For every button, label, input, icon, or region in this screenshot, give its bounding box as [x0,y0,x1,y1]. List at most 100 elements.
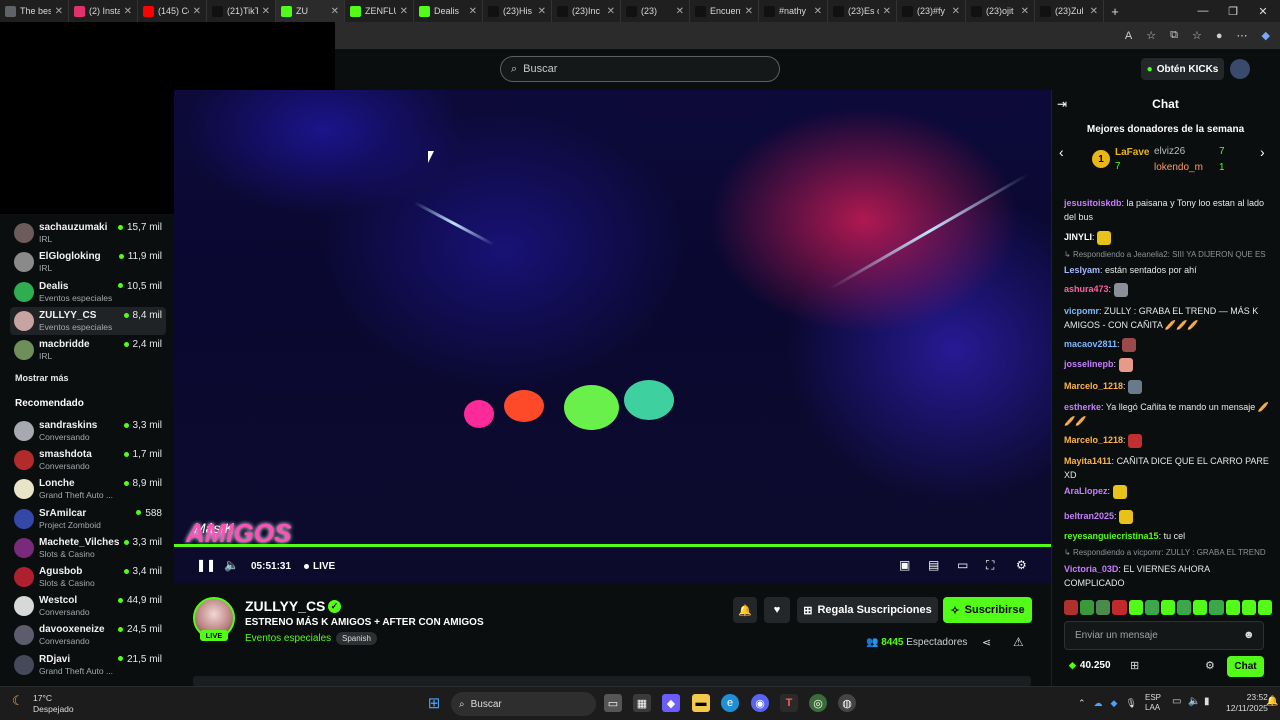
browser-tab[interactable]: (21)TikT ✕ [207,0,276,22]
minimize-icon[interactable]: — [1188,0,1218,22]
settings-icon[interactable]: ⚙ [1016,558,1027,572]
read-aloud-icon[interactable]: A [1125,30,1132,42]
notifications-icon[interactable]: 🔔 [1266,696,1278,707]
app-tray-icon[interactable]: ◆ [1111,698,1118,709]
emote-icon[interactable] [1112,600,1127,615]
sidebar-channel-item[interactable]: Westcol Conversando 44,9 mil [10,592,166,620]
app-icon[interactable]: T [780,694,798,712]
close-tab-icon[interactable]: ✕ [331,6,339,17]
browser-tab[interactable]: Dealis ✕ [414,0,483,22]
taskbar-search[interactable]: ⌕ Buscar [451,692,596,716]
discord-icon[interactable]: ◉ [751,694,769,712]
emote-icon[interactable] [1193,600,1208,615]
emote-icon[interactable] [1257,600,1273,615]
close-tab-icon[interactable]: ✕ [745,6,753,17]
next-donors-icon[interactable]: › [1260,144,1265,160]
sidebar-channel-item[interactable]: RDjavi Grand Theft Auto ... 21,5 mil [10,651,166,679]
network-icon[interactable]: ▭ [1172,696,1181,707]
chat-username[interactable]: Mayita1411 [1064,456,1112,466]
get-kicks-button[interactable]: ● Obtén KICKs [1141,58,1224,80]
sidebar-channel-item[interactable]: smashdota Conversando 1,7 mil [10,446,166,474]
chat-username[interactable]: reyesanguiecristina15 [1064,531,1159,541]
browser-tab[interactable]: (145) Ce ✕ [138,0,207,22]
emote-icon[interactable] [1144,600,1159,615]
language-tag[interactable]: Spanish [336,632,377,645]
sidebar-channel-item[interactable]: macbridde IRL 2,4 mil [10,336,166,364]
emote-icon[interactable] [1241,600,1256,615]
close-tab-icon[interactable]: ✕ [883,6,891,17]
miniplayer-icon[interactable]: ▣ [899,558,910,572]
sidebar-channel-item[interactable]: Dealis Eventos especiales 10,5 mil [10,278,166,306]
browser-tab[interactable]: Encuent ✕ [690,0,759,22]
mic-icon[interactable]: 🎙 [1125,698,1136,709]
close-tab-icon[interactable]: ✕ [676,6,684,17]
favorite-icon[interactable]: ☆ [1146,29,1156,42]
chat-username[interactable]: Victoria_03D [1064,564,1118,574]
share-icon[interactable]: ⋖ [982,636,991,649]
task-view-icon[interactable]: ▭ [604,694,622,712]
clip-icon[interactable]: ▤ [928,558,939,572]
donor-name[interactable]: elviz26 [1154,146,1185,157]
browser-tab[interactable]: (23)ojit ✕ [966,0,1035,22]
browser-tab[interactable]: (23)Inc ✕ [552,0,621,22]
volume-icon[interactable]: 🔈 [224,558,239,572]
more-icon[interactable]: ⋯ [1237,29,1248,42]
browser-tab[interactable]: The bes ✕ [0,0,69,22]
close-tab-icon[interactable]: ✕ [124,6,132,17]
close-tab-icon[interactable]: ✕ [607,6,615,17]
emote-icon[interactable] [1128,600,1143,615]
browser-tab[interactable]: ZENFLU ✕ [345,0,414,22]
sidebar-channel-item[interactable]: Lonche Grand Theft Auto ... 8,9 mil [10,475,166,503]
volume-tray-icon[interactable]: 🔈 [1188,696,1200,707]
donor-name[interactable]: LaFave [1115,147,1149,158]
close-tab-icon[interactable]: ✕ [814,6,822,17]
stream-category[interactable]: Eventos especiales [245,633,331,644]
emoji-picker-icon[interactable]: ☻ [1243,629,1255,641]
windows-start-icon[interactable]: ⊞ [425,694,443,712]
emote-icon[interactable] [1064,600,1079,615]
file-explorer-icon[interactable]: ▬ [692,694,710,712]
subscribe-button[interactable]: ✧ Suscribirse [943,597,1032,623]
close-tab-icon[interactable]: ✕ [193,6,201,17]
gift-subs-button[interactable]: ⊞ Regala Suscripciones [797,597,938,623]
weather-widget[interactable]: ☾ 17°C Despejado [12,693,74,715]
sidebar-channel-item[interactable]: SrAmilcar Project Zomboid 588 [10,505,166,533]
follow-button[interactable]: ♥ [764,597,790,623]
onedrive-icon[interactable]: ☁ [1094,698,1103,709]
battery-icon[interactable]: ▮ [1204,696,1210,707]
emote-icon[interactable] [1225,600,1240,615]
sidebar-channel-item[interactable]: Agusbob Slots & Casino 3,4 mil [10,563,166,591]
theater-mode-icon[interactable]: ▭ [957,558,968,572]
sidebar-channel-item[interactable]: sachauzumaki IRL 15,7 mil [10,219,166,247]
video-player[interactable] [174,90,1051,583]
donor-name[interactable]: lokendo_m [1154,162,1203,173]
chat-username[interactable]: Marcelo_1218 [1064,435,1123,445]
copilot-app-icon[interactable]: ◆ [662,694,680,712]
close-tab-icon[interactable]: ✕ [538,6,546,17]
close-window-icon[interactable]: ✕ [1248,0,1278,22]
browser-tab[interactable]: (23)Es c ✕ [828,0,897,22]
chat-username[interactable]: macaov2811 [1064,339,1117,349]
chat-username[interactable]: josselinepb [1064,359,1114,369]
notifications-button[interactable]: 🔔 [733,597,757,623]
close-tab-icon[interactable]: ✕ [400,6,408,17]
emote-icon[interactable] [1160,600,1176,615]
sidebar-channel-item[interactable]: sandraskins Conversando 3,3 mil [10,417,166,445]
chat-username[interactable]: Leslyam [1064,265,1100,275]
send-chat-button[interactable]: Chat [1227,656,1264,677]
video-progress-bar[interactable] [174,544,1051,547]
sidebar-channel-item[interactable]: ElGlogloking IRL 11,9 mil [10,248,166,276]
language-indicator[interactable]: ESP LAA [1145,693,1161,713]
app-icon[interactable]: ◎ [809,694,827,712]
browser-tab[interactable]: (23)His ✕ [483,0,552,22]
browser-tab[interactable]: (23)Zul ✕ [1035,0,1104,22]
browser-tab[interactable]: (23)#fy ✕ [897,0,966,22]
browser-tab[interactable]: #nathy ✕ [759,0,828,22]
browser-tab[interactable]: (23) ✕ [621,0,690,22]
new-tab-button[interactable]: + [1104,4,1126,19]
close-tab-icon[interactable]: ✕ [1090,6,1098,17]
app-icon[interactable]: ◍ [838,694,856,712]
emote-icon[interactable] [1080,600,1095,615]
pause-icon[interactable]: ❚❚ [196,558,216,572]
profile-icon[interactable]: ● [1216,30,1223,42]
